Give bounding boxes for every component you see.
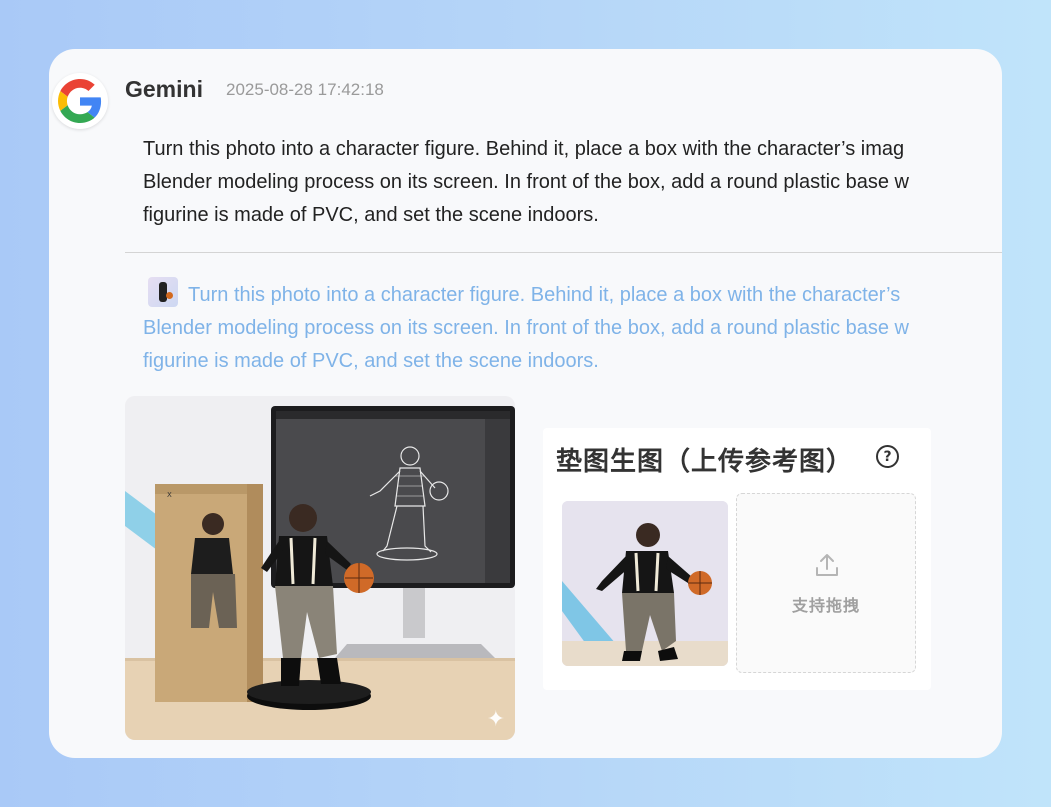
upload-dropzone[interactable]: 支持拖拽: [736, 493, 916, 673]
generated-image[interactable]: X ✦: [125, 396, 515, 740]
sender-name: Gemini: [125, 76, 203, 102]
panel-title: 垫图生图（上传参考图）: [556, 447, 854, 477]
user-prompt: Turn this photo into a character figure.…: [143, 133, 1002, 232]
reply-line: figurine is made of PVC, and set the sce…: [143, 350, 599, 372]
upload-reference-panel: 垫图生图（上传参考图） ? 支持拖拽: [543, 428, 931, 690]
reply-prompt: Turn this photo into a character figure.…: [143, 277, 1002, 378]
chat-card: Gemini 2025-08-28 17:42:18 Turn this pho…: [49, 49, 1002, 758]
reply-line: Turn this photo into a character figure.…: [188, 284, 901, 306]
google-logo-icon: [52, 73, 108, 129]
divider: [125, 252, 1002, 253]
upload-arrow-icon: [816, 554, 838, 576]
reference-image-thumbnail[interactable]: [562, 501, 728, 666]
reference-thumbnail-icon[interactable]: [148, 277, 178, 307]
figure-scene-illustration: X: [125, 396, 515, 740]
reference-photo-illustration: [562, 501, 728, 666]
svg-text:X: X: [167, 491, 172, 499]
prompt-line: figurine is made of PVC, and set the sce…: [143, 204, 599, 226]
dropzone-label: 支持拖拽: [791, 596, 860, 615]
reply-line: Blender modeling process on its screen. …: [143, 317, 909, 339]
sparkle-icon: ✦: [486, 706, 505, 731]
prompt-line: Turn this photo into a character figure.…: [143, 138, 905, 160]
message-timestamp: 2025-08-28 17:42:18: [226, 80, 384, 99]
prompt-line: Blender modeling process on its screen. …: [143, 171, 909, 193]
question-circle-icon[interactable]: ?: [876, 445, 899, 468]
